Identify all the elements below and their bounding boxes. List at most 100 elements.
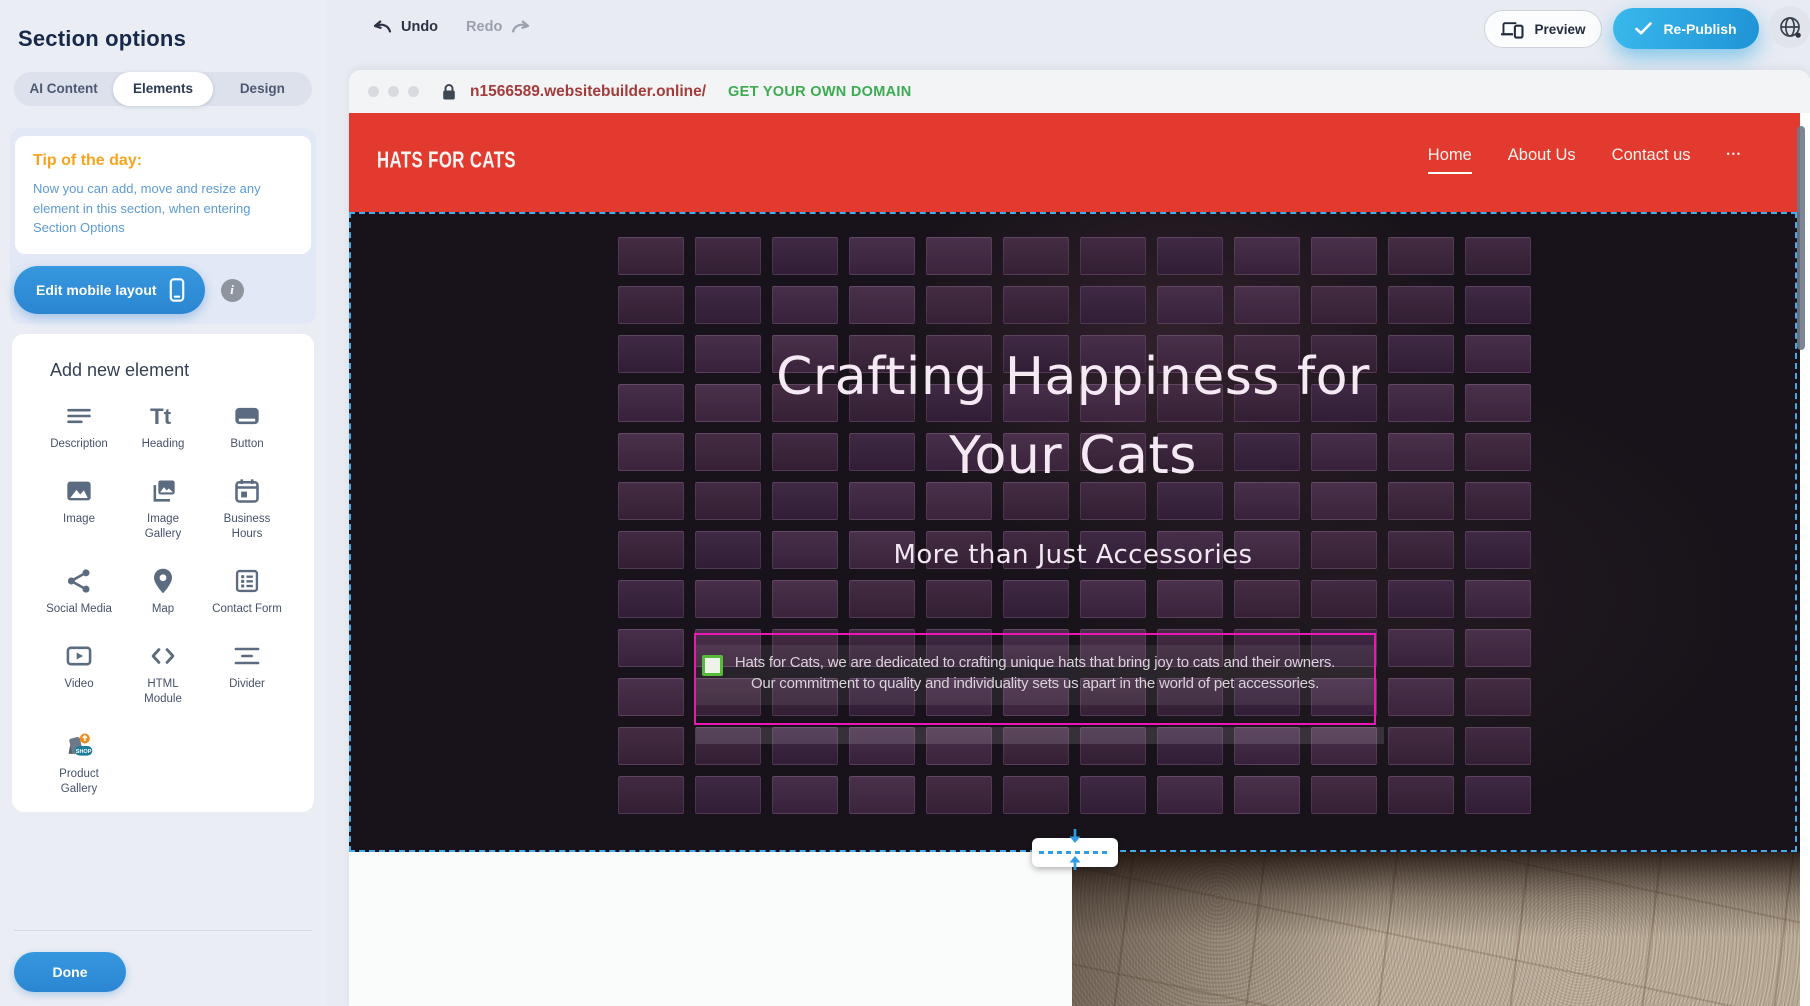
product-gallery-icon: SHOP [64,731,94,761]
selected-paragraph-box[interactable]: Hats for Cats, we are dedicated to craft… [694,633,1376,725]
business-hours-icon [232,476,262,506]
heading-icon: Tt [148,401,178,431]
element-html-module[interactable]: HTML Module [121,641,205,707]
tab-elements[interactable]: Elements [113,72,212,106]
hero-bg-tile [926,286,992,324]
browser-chrome: n1566589.websitebuilder.online/ GET YOUR… [349,70,1810,113]
contact-form-icon [232,566,262,596]
website-builder-app: Section options AI Content Elements Desi… [0,0,1810,1006]
redo-button[interactable]: Redo [466,19,531,35]
hero-bg-tile [926,237,992,275]
hero-bg-tile [1465,776,1531,814]
hero-bg-tile [1157,776,1223,814]
get-domain-link[interactable]: GET YOUR OWN DOMAIN [728,84,911,100]
hero-bg-tile [695,237,761,275]
element-image[interactable]: Image [37,476,121,542]
smartphone-icon [169,277,185,303]
lock-icon [442,83,456,101]
element-description[interactable]: Description [37,401,121,452]
element-social-media[interactable]: Social Media [37,566,121,617]
element-contact-form[interactable]: Contact Form [205,566,289,617]
edit-mobile-layout-button[interactable]: Edit mobile layout [14,266,205,314]
browser-dots [368,86,419,97]
hero-bg-tile [1465,286,1531,324]
next-section-empty[interactable] [349,852,1072,1006]
hero-bg-tile [618,237,684,275]
hero-bg-tile [1465,580,1531,618]
element-map[interactable]: Map [121,566,205,617]
check-icon [1635,22,1652,35]
hero-bg-tile [1234,237,1300,275]
hero-bg-tile [1388,727,1454,765]
hero-bg-tile [618,286,684,324]
hero-bg-tile [772,580,838,618]
element-business-hours[interactable]: Business Hours [205,476,289,542]
hero-bg-tile [1388,580,1454,618]
map-icon [148,566,178,596]
hero-bg-tile [1388,237,1454,275]
element-button[interactable]: Button [205,401,289,452]
element-image-gallery[interactable]: Image Gallery [121,476,205,542]
hero-bg-tile [1234,580,1300,618]
element-divider[interactable]: Divider [205,641,289,707]
arrow-up-icon [1068,855,1082,875]
floor-photo-section[interactable] [1072,852,1800,1006]
hero-bg-tile [849,580,915,618]
element-grid: Description Tt Heading Button [12,401,314,797]
language-globe-button[interactable] [1769,6,1810,48]
hero-bg-tile [618,678,684,716]
hero-bg-tile [1003,776,1069,814]
green-drag-handle[interactable] [702,655,723,676]
svg-text:Tt: Tt [150,404,172,429]
nav-home[interactable]: Home [1428,146,1472,174]
site-logo[interactable]: HATS FOR CATS [377,148,516,175]
hero-bg-tile [1311,286,1377,324]
hero-bg-tile [1003,580,1069,618]
hero-bg-tile [695,580,761,618]
hero-bg-tile [849,237,915,275]
site-header: HATS FOR CATS Home About Us Contact us •… [349,113,1800,212]
info-icon[interactable]: i [221,279,244,302]
hero-bg-tile [1003,237,1069,275]
element-heading[interactable]: Tt Heading [121,401,205,452]
tip-group: Tip of the day: Now you can add, move an… [10,128,316,324]
undo-icon [372,20,393,34]
element-video[interactable]: Video [37,641,121,707]
site-preview-window: n1566589.websitebuilder.online/ GET YOUR… [349,70,1810,1006]
panel-title: Section options [18,26,186,52]
image-gallery-icon [148,476,178,506]
hero-bg-tile [849,776,915,814]
undo-button[interactable]: Undo [372,19,438,35]
hero-bg-tile [695,776,761,814]
social-media-icon [64,566,94,596]
hero-bg-tile [1157,237,1223,275]
hero-bg-tile [618,580,684,618]
page-scrollbar-thumb[interactable] [1797,126,1805,350]
tip-title: Tip of the day: [33,152,293,170]
done-button[interactable]: Done [14,952,126,992]
hero-bg-tile [1465,237,1531,275]
element-product-gallery[interactable]: SHOP Product Gallery [37,731,121,797]
section-options-panel: Section options AI Content Elements Desi… [0,0,326,1006]
nav-about-us[interactable]: About Us [1508,146,1576,174]
hero-bg-tile [849,286,915,324]
tab-design[interactable]: Design [213,72,312,106]
preview-button[interactable]: Preview [1484,10,1602,48]
site-viewport: HATS FOR CATS Home About Us Contact us •… [349,113,1810,1006]
hero-section[interactable]: Crafting Happiness for Your Cats More th… [349,212,1800,852]
nav-more-ellipsis[interactable]: ••• [1727,149,1742,171]
nav-contact-us[interactable]: Contact us [1612,146,1691,174]
hero-subheading[interactable]: More than Just Accessories [349,540,1797,570]
republish-button[interactable]: Re-Publish [1613,8,1759,49]
add-element-title: Add new element [12,334,314,381]
hero-bg-tile [772,286,838,324]
hero-heading[interactable]: Crafting Happiness for Your Cats [349,338,1797,496]
hero-bg-tile [1003,286,1069,324]
section-resize-handle[interactable] [1032,838,1118,867]
hero-bg-tile [1388,629,1454,667]
video-icon [64,641,94,671]
hero-bg-tile [772,776,838,814]
button-icon [232,401,262,431]
arrow-down-icon [1068,829,1082,849]
tab-ai-content[interactable]: AI Content [14,72,113,106]
